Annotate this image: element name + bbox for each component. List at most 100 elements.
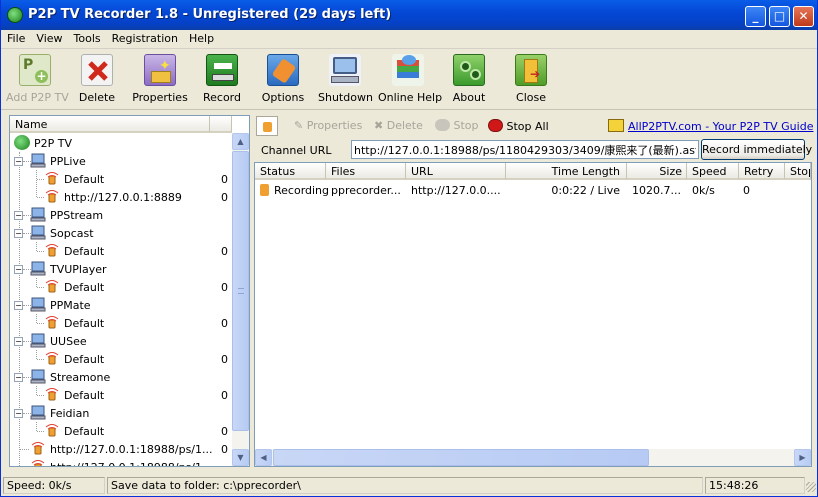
maximize-button[interactable]: □ (769, 6, 790, 27)
tree-item[interactable]: Default 0 (10, 314, 232, 332)
tree-group-sopcast[interactable]: − Sopcast (10, 224, 232, 242)
scroll-thumb[interactable] (232, 151, 249, 431)
col-status[interactable]: Status (255, 163, 326, 180)
rt-stop-label: Stop (453, 119, 479, 132)
tree-group-uusee[interactable]: − UUSee (10, 332, 232, 350)
recordings-list[interactable]: Status Files URL Time Length Size Speed … (254, 162, 812, 467)
broadcast-icon (263, 122, 272, 132)
close-app-label: Close (516, 91, 546, 104)
delete-icon (81, 54, 113, 86)
expand-toggle[interactable]: − (14, 373, 23, 382)
tree-item[interactable]: http://127.0.0.1:18988/ps/1... 0 (10, 440, 232, 458)
tree-item-count: 0 (221, 425, 228, 438)
col-retry[interactable]: Retry (739, 163, 785, 180)
rt-properties-button[interactable]: ✎ Properties (294, 119, 362, 132)
record-button[interactable]: Record (199, 54, 245, 108)
tree-group-ppstream[interactable]: − PPStream (10, 206, 232, 224)
scroll-right-button[interactable]: ▶ (794, 449, 811, 466)
rt-stop-button[interactable]: Stop (435, 119, 479, 132)
tree-item[interactable]: Default 0 (10, 242, 232, 260)
broadcast-icon (44, 189, 60, 204)
p2p-tv-logo-icon (14, 135, 30, 150)
h-scroll-thumb[interactable] (273, 449, 649, 466)
channel-tree[interactable]: P2P TV − PPLive Default 0 http://127.0.0.1:88… (10, 133, 232, 466)
rt-properties-label: Properties (306, 119, 363, 132)
options-button[interactable]: Options (259, 54, 307, 108)
scroll-left-button[interactable]: ◀ (255, 449, 272, 466)
menu-tools[interactable]: Tools (68, 30, 106, 45)
col-files[interactable]: Files (326, 163, 406, 180)
col-url[interactable]: URL (406, 163, 506, 180)
tree-header-name[interactable]: Name (10, 116, 210, 133)
col-size[interactable]: Size (627, 163, 687, 180)
tree-group-pplive[interactable]: − PPLive (10, 152, 232, 170)
list-horizontal-scrollbar[interactable]: ◀ ▶ (255, 449, 811, 466)
tree-item[interactable]: Default 0 (10, 170, 232, 188)
col-stop[interactable]: Stop (785, 163, 811, 180)
expand-toggle[interactable]: − (14, 211, 23, 220)
channel-tree-panel: Name P2P TV − PPLive Default 0 http://127.0.0… (9, 115, 250, 467)
tree-item[interactable]: Default 0 (10, 422, 232, 440)
tree-group-ppmate[interactable]: − PPMate (10, 296, 232, 314)
minimize-button[interactable]: _ (745, 6, 766, 27)
tree-item[interactable]: Default 0 (10, 350, 232, 368)
tree-root[interactable]: P2P TV (10, 134, 232, 152)
broadcast-icon (44, 279, 60, 294)
expand-toggle[interactable]: − (14, 265, 23, 274)
menu-bar: File View Tools Registration Help (1, 30, 817, 49)
close-app-button[interactable]: ➔ Close (510, 54, 552, 108)
scroll-down-button[interactable]: ▼ (232, 449, 249, 466)
row-retry: 0 (743, 184, 750, 197)
tree-header-extra[interactable] (210, 116, 232, 133)
delete-button[interactable]: Delete (74, 54, 120, 108)
tree-group-tvuplayer[interactable]: − TVUPlayer (10, 260, 232, 278)
properties-button[interactable]: ✦ Properties (131, 54, 189, 108)
rt-stop-all-button[interactable]: Stop All (488, 119, 549, 133)
tree-connector (36, 242, 37, 251)
rt-delete-button[interactable]: ✖ Delete (374, 119, 423, 132)
tree-item[interactable]: http://127.0.0.1:8889 0 (10, 188, 232, 206)
rt-stop-all-label: Stop All (506, 120, 549, 133)
guide-link[interactable]: AllP2PTV.com - Your P2P TV Guide (608, 119, 813, 133)
table-row[interactable]: Recording pprecorder... http://127.0.0..… (255, 181, 811, 199)
tree-group-feidian[interactable]: − Feidian (10, 404, 232, 422)
shutdown-button[interactable]: Shutdown (318, 54, 373, 108)
expand-toggle[interactable]: − (14, 409, 23, 418)
menu-registration[interactable]: Registration (106, 30, 183, 45)
tree-item-count: 0 (221, 191, 228, 204)
expand-toggle[interactable]: − (14, 337, 23, 346)
record-immediately-button[interactable]: Record immediately (701, 139, 812, 160)
col-time-length[interactable]: Time Length (506, 163, 627, 180)
tree-vertical-scrollbar[interactable]: ▲ ▼ (232, 133, 249, 466)
menu-view[interactable]: View (30, 30, 67, 45)
status-bar: Speed: 0k/s Save data to folder: c:\ppre… (1, 475, 817, 496)
scroll-up-button[interactable]: ▲ (232, 133, 249, 150)
add-p2p-tv-button[interactable]: P + Add P2P TV (6, 54, 69, 108)
app-logo-icon (7, 7, 23, 23)
guide-link-label: AllP2PTV.com - Your P2P TV Guide (628, 120, 814, 133)
expand-toggle[interactable]: − (14, 229, 23, 238)
tree-item[interactable]: http://127.0.0.1:18988/ps/1... (10, 458, 232, 466)
online-help-button[interactable]: Online Help (378, 54, 442, 108)
title-bar[interactable]: P2P TV Recorder 1.8 - Unregistered (29 d… (1, 0, 817, 30)
expand-toggle[interactable]: − (14, 301, 23, 310)
menu-file[interactable]: File (1, 30, 30, 45)
tree-item[interactable]: Default 0 (10, 386, 232, 404)
tree-connector (36, 422, 37, 431)
about-button[interactable]: About (447, 54, 491, 108)
tree-group-label: UUSee (50, 335, 87, 348)
stop-all-icon (488, 119, 503, 132)
resize-grip[interactable] (806, 482, 816, 492)
close-button[interactable]: ✕ (793, 6, 814, 27)
status-speed: Speed: 0k/s (3, 477, 105, 494)
broadcast-icon (44, 315, 60, 330)
channel-url-input[interactable] (351, 140, 699, 159)
tree-group-streamone[interactable]: − Streamone (10, 368, 232, 386)
properties-label: Properties (132, 91, 188, 104)
menu-help[interactable]: Help (183, 30, 219, 45)
col-speed[interactable]: Speed (687, 163, 739, 180)
tree-item[interactable]: Default 0 (10, 278, 232, 296)
broadcast-view-button[interactable] (256, 116, 278, 136)
expand-toggle[interactable]: − (14, 157, 23, 166)
broadcast-icon (44, 351, 60, 366)
